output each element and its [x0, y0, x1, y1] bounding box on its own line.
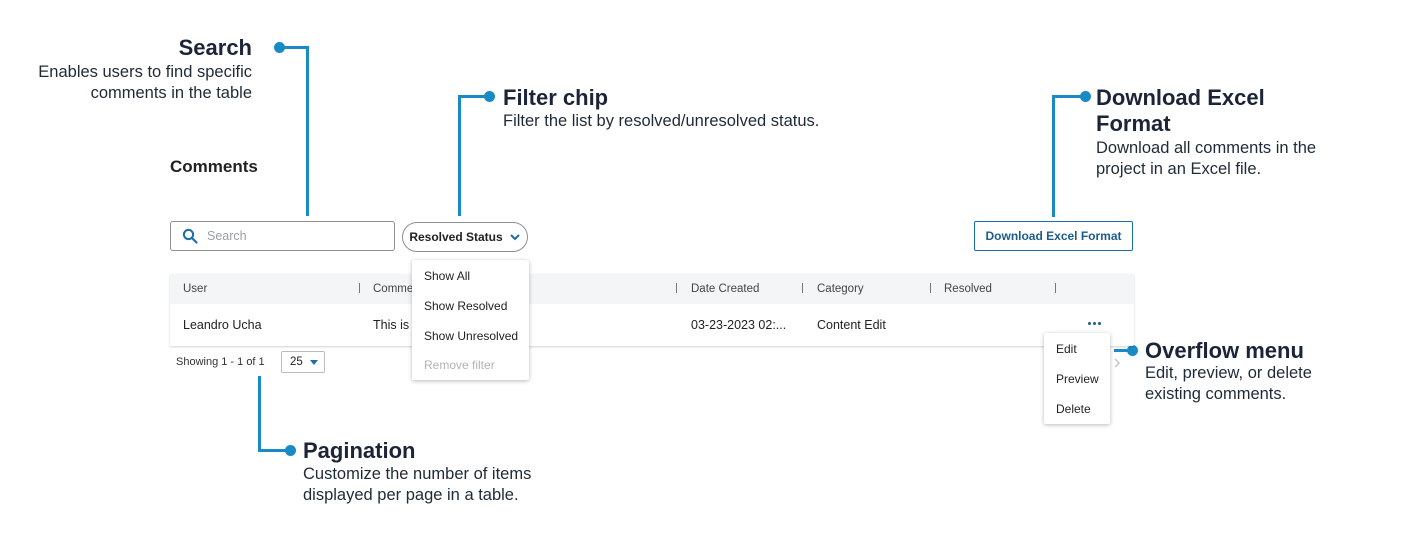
row-overflow-menu: Edit Preview Delete	[1044, 333, 1110, 424]
filter-annotation-desc: Filter the list by resolved/unresolved s…	[503, 112, 820, 130]
download-annotation-desc-line-1: Download all comments in the	[1096, 139, 1317, 157]
caret-down-icon	[309, 359, 318, 365]
filter-callout-line	[458, 95, 488, 98]
overflow-annotation-desc-line-1: Edit, preview, or delete	[1145, 364, 1312, 382]
menu-item-show-all[interactable]: Show All	[424, 269, 470, 283]
page-size-select[interactable]: 25	[281, 351, 325, 373]
search-annotation-desc-line-2: comments in the table	[90, 84, 252, 102]
search-callout-line	[306, 46, 309, 216]
comments-table: User Commen Date Created Category Resolv…	[170, 274, 1134, 346]
column-divider[interactable]	[359, 283, 360, 293]
overflow-annotation-title: Overflow menu	[1145, 338, 1304, 363]
chevron-right-icon[interactable]	[1113, 356, 1121, 374]
pagination-annotation-title: Pagination	[303, 438, 416, 463]
download-excel-button[interactable]: Download Excel Format	[974, 221, 1133, 251]
page-title: Comments	[170, 157, 258, 176]
pagination-callout-line	[258, 376, 261, 452]
column-header-category[interactable]: Category	[817, 283, 864, 295]
column-header-resolved[interactable]: Resolved	[944, 283, 992, 295]
resolved-status-filter-chip[interactable]: Resolved Status	[402, 222, 528, 252]
overflow-callout-dot	[1127, 345, 1138, 356]
pagination-callout-dot	[285, 445, 296, 456]
menu-item-show-unresolved[interactable]: Show Unresolved	[424, 329, 518, 343]
table-header: User Commen Date Created Category Resolv…	[170, 274, 1134, 304]
cell-comment: This is	[373, 318, 410, 332]
search-annotation-title: Search	[178, 35, 252, 60]
download-callout-line	[1052, 95, 1084, 98]
search-field[interactable]	[170, 221, 395, 251]
pagination-annotation-desc-line-1: Customize the number of items	[303, 465, 532, 483]
menu-item-preview[interactable]: Preview	[1056, 372, 1099, 386]
pagination-summary: Showing 1 - 1 of 1	[176, 356, 265, 368]
filter-annotation-title: Filter chip	[503, 85, 609, 110]
column-divider[interactable]	[676, 283, 677, 293]
filter-chip-label: Resolved Status	[409, 230, 503, 244]
page-size-value: 25	[290, 356, 303, 368]
menu-item-edit[interactable]: Edit	[1056, 342, 1077, 356]
pagination-callout-line	[258, 449, 288, 452]
filter-dropdown-menu: Show All Show Resolved Show Unresolved R…	[412, 260, 529, 380]
more-horizontal-icon[interactable]	[1088, 322, 1101, 325]
download-annotation-desc-line-2: project in an Excel file.	[1096, 160, 1262, 178]
search-icon	[182, 228, 198, 244]
overflow-annotation-desc-line-2: existing comments.	[1145, 385, 1287, 403]
search-annotation-desc-line-1: Enables users to find specific	[38, 63, 252, 81]
menu-item-remove-filter: Remove filter	[424, 358, 495, 372]
menu-item-delete[interactable]: Delete	[1056, 402, 1091, 416]
search-input[interactable]	[207, 229, 377, 243]
menu-item-show-resolved[interactable]: Show Resolved	[424, 299, 507, 313]
download-annotation-title-line-1: Download Excel	[1096, 85, 1265, 110]
chevron-down-icon	[509, 231, 521, 243]
cell-user: Leandro Ucha	[183, 318, 262, 332]
filter-callout-line	[458, 95, 461, 216]
column-divider[interactable]	[930, 283, 931, 293]
pagination-annotation-desc-line-2: displayed per page in a table.	[303, 486, 519, 504]
cell-date-created: 03-23-2023 02:...	[691, 318, 787, 332]
search-callout-line	[279, 46, 309, 49]
cell-category: Content Edit	[817, 318, 886, 332]
column-divider[interactable]	[802, 283, 803, 293]
column-divider[interactable]	[1055, 283, 1056, 293]
download-callout-line	[1052, 95, 1055, 217]
column-header-date-created[interactable]: Date Created	[691, 283, 759, 295]
download-annotation-title-line-2: Format	[1096, 111, 1171, 136]
column-header-user[interactable]: User	[183, 283, 207, 295]
